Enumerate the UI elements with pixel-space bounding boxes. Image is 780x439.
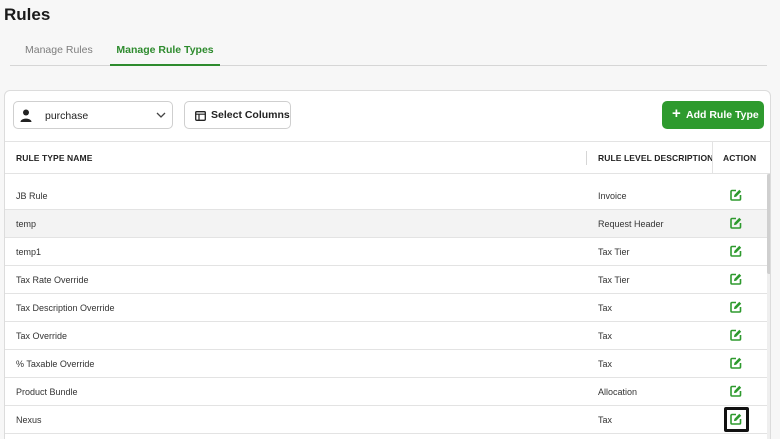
edit-icon[interactable] xyxy=(730,329,743,342)
column-header-action: ACTION xyxy=(723,153,757,163)
select-columns-label: Select Columns xyxy=(211,109,290,121)
tab-bar: Manage Rules Manage Rule Types xyxy=(10,40,767,66)
edit-icon[interactable] xyxy=(730,357,743,370)
rule-level-description: Tax Tier xyxy=(598,247,630,257)
rule-type-name: JB Rule xyxy=(16,191,48,201)
table-row[interactable]: JB Rule Invoice xyxy=(5,182,770,210)
table-row[interactable]: temp Request Header xyxy=(5,210,770,238)
person-icon xyxy=(20,109,32,122)
profile-select[interactable]: purchase xyxy=(13,101,173,129)
vertical-scrollbar[interactable] xyxy=(767,174,770,439)
select-columns-button[interactable]: Select Columns xyxy=(184,101,291,129)
column-resize-handle[interactable] xyxy=(586,151,587,165)
chevron-down-icon xyxy=(156,112,166,118)
rule-level-description: Tax xyxy=(598,359,613,369)
rule-type-name: Tax Rate Override xyxy=(16,275,89,285)
rule-type-name: temp xyxy=(16,219,37,229)
table-row[interactable]: temp1 Tax Tier xyxy=(5,238,770,266)
column-header-rule-level-description[interactable]: RULE LEVEL DESCRIPTION xyxy=(598,153,713,163)
toolbar: purchase Select Columns + Add Rule Type xyxy=(5,91,770,141)
rule-type-name: Tax Description Override xyxy=(16,303,115,313)
edit-icon[interactable] xyxy=(730,273,743,286)
edit-icon[interactable] xyxy=(730,245,743,258)
table-row[interactable]: Nexus Tax xyxy=(5,406,770,434)
rule-level-description: Request Header xyxy=(598,219,664,229)
add-rule-type-label: Add Rule Type xyxy=(686,109,759,121)
add-rule-type-button[interactable]: + Add Rule Type xyxy=(662,101,764,129)
edit-icon[interactable] xyxy=(730,217,743,230)
edit-icon[interactable] xyxy=(730,189,743,202)
profile-select-value: purchase xyxy=(45,110,89,122)
rule-type-name: % Taxable Override xyxy=(16,359,95,369)
rule-type-name: Product Bundle xyxy=(16,387,78,397)
edit-icon[interactable] xyxy=(730,385,743,398)
table-row[interactable]: Product Bundle Allocation xyxy=(5,378,770,406)
columns-icon xyxy=(195,111,206,121)
table-row[interactable]: Tax Override Tax xyxy=(5,322,770,350)
table-row[interactable]: Tax Description Override Tax xyxy=(5,294,770,322)
rule-types-card: purchase Select Columns + Add Rule Type … xyxy=(4,90,771,439)
table-body: JB Rule Invoice temp Request Header temp… xyxy=(5,174,770,439)
rule-type-name: temp1 xyxy=(16,247,42,257)
scrollbar-thumb[interactable] xyxy=(767,174,770,274)
table-row[interactable]: Tax Rate Override Tax Tier xyxy=(5,266,770,294)
rule-level-description: Allocation xyxy=(598,387,638,397)
rule-type-name: Nexus xyxy=(16,415,42,425)
column-divider xyxy=(712,142,713,175)
rule-level-description: Tax xyxy=(598,331,613,341)
table-header: RULE TYPE NAME RULE LEVEL DESCRIPTION AC… xyxy=(5,141,770,175)
rule-level-description: Tax xyxy=(598,303,613,313)
edit-icon[interactable] xyxy=(730,301,743,314)
rule-level-description: Invoice xyxy=(598,191,627,201)
rule-level-description: Tax Tier xyxy=(598,275,630,285)
rule-type-name: Tax Override xyxy=(16,331,68,341)
edit-icon[interactable] xyxy=(724,407,749,432)
page-title: Rules xyxy=(4,5,51,24)
table-row[interactable]: % Taxable Override Tax xyxy=(5,350,770,378)
rule-level-description: Tax xyxy=(598,415,613,425)
tab-manage-rules[interactable]: Manage Rules xyxy=(25,44,93,64)
tab-manage-rule-types[interactable]: Manage Rule Types xyxy=(110,44,220,66)
column-header-rule-type-name[interactable]: RULE TYPE NAME xyxy=(16,153,93,163)
plus-icon: + xyxy=(672,105,681,122)
